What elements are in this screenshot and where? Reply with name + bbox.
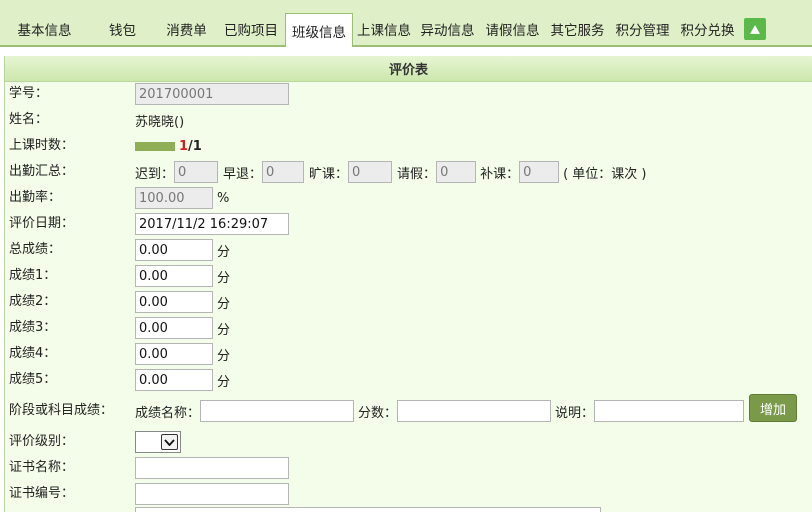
score-2-label: 成绩2： [9,294,57,309]
score-5-field[interactable] [135,369,213,391]
attendance-unit-note: ( 单位：课次 ) [563,166,647,182]
score-1-field[interactable] [135,265,213,287]
eval-date-label: 评价日期： [9,216,75,231]
early-leave-field [262,161,305,183]
student-no-label: 学号： [9,86,49,101]
makeup-field [519,161,560,183]
row-eval-date: 评价日期： [5,211,812,237]
absent-field [348,161,393,183]
score-4-field[interactable] [135,343,213,365]
score-desc-field[interactable] [594,400,745,422]
tab-list: 基本信息 钱包 消费单 已购项目 班级信息 上课信息 异动信息 请假信息 其它服… [0,13,766,47]
class-hours-done: 1 [179,138,189,154]
cert-no-field[interactable] [135,483,289,505]
score-2-unit: 分 [217,296,231,312]
row-total-score: 总成绩： 分 [5,237,812,263]
tab-wallet[interactable]: 钱包 [89,13,156,45]
class-hours-progress-bar [135,141,175,151]
row-eval-level: 评价级别： [5,429,812,455]
score-5-label: 成绩5： [9,372,57,387]
tab-points-exchange[interactable]: 积分兑换 [675,13,740,45]
row-cert-no: 证书编号： [5,481,812,507]
row-student-no: 学号： [5,81,812,107]
row-attendance-rate: 出勤率： % [5,185,812,211]
score-1-unit: 分 [217,270,231,286]
row-name: 姓名： 苏晓晓() [5,107,812,133]
tab-class-info[interactable]: 班级信息 [285,13,353,47]
score-name-field[interactable] [200,400,355,422]
leave-label: 请假： [397,166,437,182]
stage-score-label: 阶段或科目成绩： [9,403,114,418]
tab-leave-info[interactable]: 请假信息 [480,13,545,45]
class-hours-label: 上课时数： [9,138,75,153]
chevron-down-icon [161,434,178,450]
student-no-field [135,83,289,105]
attendance-label: 出勤汇总： [9,164,75,179]
cert-no-label: 证书编号： [9,486,75,501]
tab-change-info[interactable]: 异动信息 [415,13,480,45]
tab-basic-info[interactable]: 基本信息 [0,13,89,45]
total-score-label: 总成绩： [9,242,62,257]
early-leave-label: 早退： [223,166,263,182]
score-name-label: 成绩名称： [135,405,201,421]
triangle-up-icon [750,24,760,34]
eval-level-select[interactable] [135,431,181,453]
tab-consumption[interactable]: 消费单 [156,13,217,45]
tab-lesson-info[interactable]: 上课信息 [353,13,415,45]
score-desc-label: 说明： [555,405,595,421]
cert-name-field[interactable] [135,457,289,479]
tab-other-services[interactable]: 其它服务 [545,13,610,45]
score-3-unit: 分 [217,322,231,338]
add-stage-score-button[interactable]: 增加 [749,394,797,422]
eval-date-field[interactable] [135,213,289,235]
evaluation-panel: 评价表 学号： 姓名： 苏晓晓() 上课时数： 1/1 出勤汇总： 迟到： 早退… [4,56,812,512]
leave-field [436,161,477,183]
total-score-unit: 分 [217,244,231,260]
makeup-label: 补课： [480,166,520,182]
score-1-label: 成绩1： [9,268,57,283]
row-score-5: 成绩5： 分 [5,367,812,393]
row-attendance: 出勤汇总： 迟到： 早退： 旷课： 请假： 补课： ( 单位：课次 ) [5,159,812,185]
score-3-label: 成绩3： [9,320,57,335]
row-cert-name: 证书名称： [5,455,812,481]
attendance-rate-label: 出勤率： [9,190,62,205]
total-score-field[interactable] [135,239,213,261]
panel-title: 评价表 [5,56,812,82]
absent-label: 旷课： [309,166,349,182]
row-class-hours: 上课时数： 1/1 [5,133,812,159]
score-value-label: 分数： [358,405,398,421]
tab-bar: 基本信息 钱包 消费单 已购项目 班级信息 上课信息 异动信息 请假信息 其它服… [0,0,812,47]
name-label: 姓名： [9,112,49,127]
row-score-1: 成绩1： 分 [5,263,812,289]
attendance-rate-field [135,187,213,209]
score-4-label: 成绩4： [9,346,57,361]
student-name: 苏晓晓() [135,114,185,130]
score-3-field[interactable] [135,317,213,339]
row-score-2: 成绩2： 分 [5,289,812,315]
cert-name-label: 证书名称： [9,460,75,475]
row-stage-score: 阶段或科目成绩： 成绩名称： 分数： 说明： 增加 [5,394,812,424]
class-hours-total: /1 [188,138,202,154]
next-field-partial[interactable] [135,507,601,512]
row-score-3: 成绩3： 分 [5,315,812,341]
score-5-unit: 分 [217,374,231,390]
score-4-unit: 分 [217,348,231,364]
eval-level-label: 评价级别： [9,434,75,449]
attendance-rate-unit: % [217,190,230,206]
row-score-4: 成绩4： 分 [5,341,812,367]
tab-points-management[interactable]: 积分管理 [610,13,675,45]
score-value-field[interactable] [397,400,552,422]
tab-purchased[interactable]: 已购项目 [217,13,285,45]
score-2-field[interactable] [135,291,213,313]
scroll-top-button[interactable] [744,18,766,40]
late-field [174,161,219,183]
late-label: 迟到： [135,166,175,182]
